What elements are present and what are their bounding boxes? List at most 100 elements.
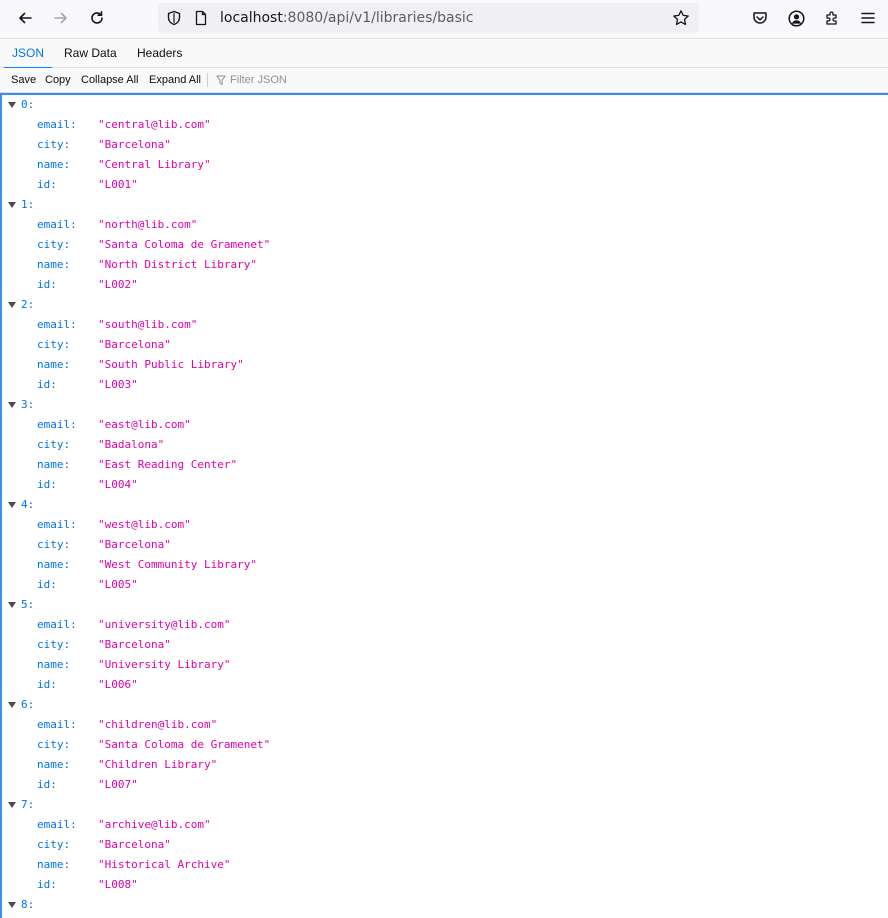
menu-button[interactable] — [854, 5, 882, 31]
record-row[interactable]: 7: — [0, 795, 888, 815]
expand-toggle-icon[interactable] — [8, 202, 16, 208]
property-value: "North District Library" — [98, 258, 257, 271]
record-index: 8: — [21, 898, 35, 911]
property-value: "L005" — [98, 578, 138, 591]
expand-toggle-icon[interactable] — [8, 602, 16, 608]
property-row: id: "L008" — [0, 875, 888, 895]
property-value: "south@lib.com" — [98, 318, 198, 331]
collapse-all-button[interactable]: Collapse All — [81, 68, 138, 92]
property-value: "L006" — [98, 678, 138, 691]
property-row: city: "Barcelona" — [0, 835, 888, 855]
property-value: "L007" — [98, 778, 138, 791]
property-value: "north@lib.com" — [98, 218, 198, 231]
property-key: id: — [37, 678, 57, 691]
page-icon[interactable] — [193, 10, 209, 26]
property-value: "Barcelona" — [98, 538, 171, 551]
json-rows: 0: email: "central@lib.com" city: "Barcelona… — [0, 95, 888, 915]
property-key: city: — [37, 338, 71, 351]
property-key: name: — [37, 858, 71, 871]
record-row[interactable]: 3: — [0, 395, 888, 415]
property-row: email: "children@lib.com" — [0, 715, 888, 735]
save-button[interactable]: Save — [11, 68, 36, 92]
forward-arrow-icon — [54, 12, 67, 24]
viewer-tabs: JSON Raw Data Headers — [0, 38, 888, 69]
property-value: "West Community Library" — [98, 558, 257, 571]
property-row: name: "Central Library" — [0, 155, 888, 175]
property-key: city: — [37, 438, 71, 451]
property-value: "L003" — [98, 378, 138, 391]
copy-button[interactable]: Copy — [45, 68, 71, 92]
star-icon[interactable] — [672, 9, 690, 27]
property-value: "university@lib.com" — [98, 618, 231, 631]
property-key: name: — [37, 258, 71, 271]
expand-toggle-icon[interactable] — [8, 502, 16, 508]
expand-all-button[interactable]: Expand All — [149, 68, 201, 92]
property-key: id: — [37, 478, 57, 491]
property-key: city: — [37, 138, 71, 151]
extensions-button[interactable] — [818, 5, 846, 31]
expand-toggle-icon[interactable] — [8, 802, 16, 808]
tab-json[interactable]: JSON — [4, 39, 53, 69]
record-row[interactable]: 1: — [0, 195, 888, 215]
property-row: email: "north@lib.com" — [0, 215, 888, 235]
record-row[interactable]: 5: — [0, 595, 888, 615]
back-button[interactable] — [11, 5, 39, 31]
property-row: id: "L005" — [0, 575, 888, 595]
property-value: "west@lib.com" — [98, 518, 191, 531]
property-row: id: "L001" — [0, 175, 888, 195]
property-value: "central@lib.com" — [98, 118, 211, 131]
property-value: "Badalona" — [98, 438, 165, 451]
url-text[interactable]: localhost:8080/api/v1/libraries/basic — [220, 9, 474, 27]
filter-icon — [216, 75, 226, 85]
expand-toggle-icon[interactable] — [8, 902, 16, 908]
expand-toggle-icon[interactable] — [8, 302, 16, 308]
property-row: city: "Badalona" — [0, 435, 888, 455]
property-key: email: — [37, 718, 77, 731]
property-value: "Children Library" — [98, 758, 218, 771]
record-row[interactable]: 0: — [0, 95, 888, 115]
record-row[interactable]: 4: — [0, 495, 888, 515]
property-value: "Barcelona" — [98, 138, 171, 151]
property-row: email: "university@lib.com" — [0, 615, 888, 635]
property-row: city: "Barcelona" — [0, 535, 888, 555]
property-row: city: "Santa Coloma de Gramenet" — [0, 735, 888, 755]
record-row[interactable]: 2: — [0, 295, 888, 315]
property-row: id: "L003" — [0, 375, 888, 395]
property-value: "Barcelona" — [98, 338, 171, 351]
record-index: 1: — [21, 198, 35, 211]
property-key: name: — [37, 158, 71, 171]
property-key: email: — [37, 418, 77, 431]
menu-icon — [861, 12, 875, 24]
expand-toggle-icon[interactable] — [8, 102, 16, 108]
property-row: name: "North District Library" — [0, 255, 888, 275]
property-value: "South Public Library" — [98, 358, 244, 371]
property-row: city: "Barcelona" — [0, 335, 888, 355]
url-bar[interactable]: localhost:8080/api/v1/libraries/basic — [158, 3, 699, 33]
account-button[interactable] — [782, 5, 810, 31]
forward-button[interactable] — [47, 5, 75, 31]
tab-raw-data[interactable]: Raw Data — [56, 39, 125, 68]
json-tree: 0: email: "central@lib.com" city: "Barcelona… — [0, 93, 888, 918]
record-row[interactable]: 6: — [0, 695, 888, 715]
reload-button[interactable] — [83, 5, 111, 31]
tab-headers[interactable]: Headers — [129, 39, 190, 68]
expand-toggle-icon[interactable] — [8, 702, 16, 708]
expand-toggle-icon[interactable] — [8, 402, 16, 408]
shield-icon[interactable] — [166, 10, 182, 26]
property-row: name: "University Library" — [0, 655, 888, 675]
pocket-button[interactable] — [746, 5, 774, 31]
record-row[interactable]: 8: — [0, 895, 888, 915]
property-key: email: — [37, 118, 77, 131]
property-value: "East Reading Center" — [98, 458, 238, 471]
record-index: 7: — [21, 798, 35, 811]
property-row: id: "L002" — [0, 275, 888, 295]
toolbar-divider — [207, 73, 208, 87]
property-value: "University Library" — [98, 658, 231, 671]
filter-json-input[interactable]: Filter JSON — [216, 68, 287, 92]
property-key: id: — [37, 878, 57, 891]
property-key: id: — [37, 278, 57, 291]
property-row: email: "central@lib.com" — [0, 115, 888, 135]
property-key: city: — [37, 638, 71, 651]
reload-icon — [91, 11, 103, 24]
record-index: 2: — [21, 298, 35, 311]
